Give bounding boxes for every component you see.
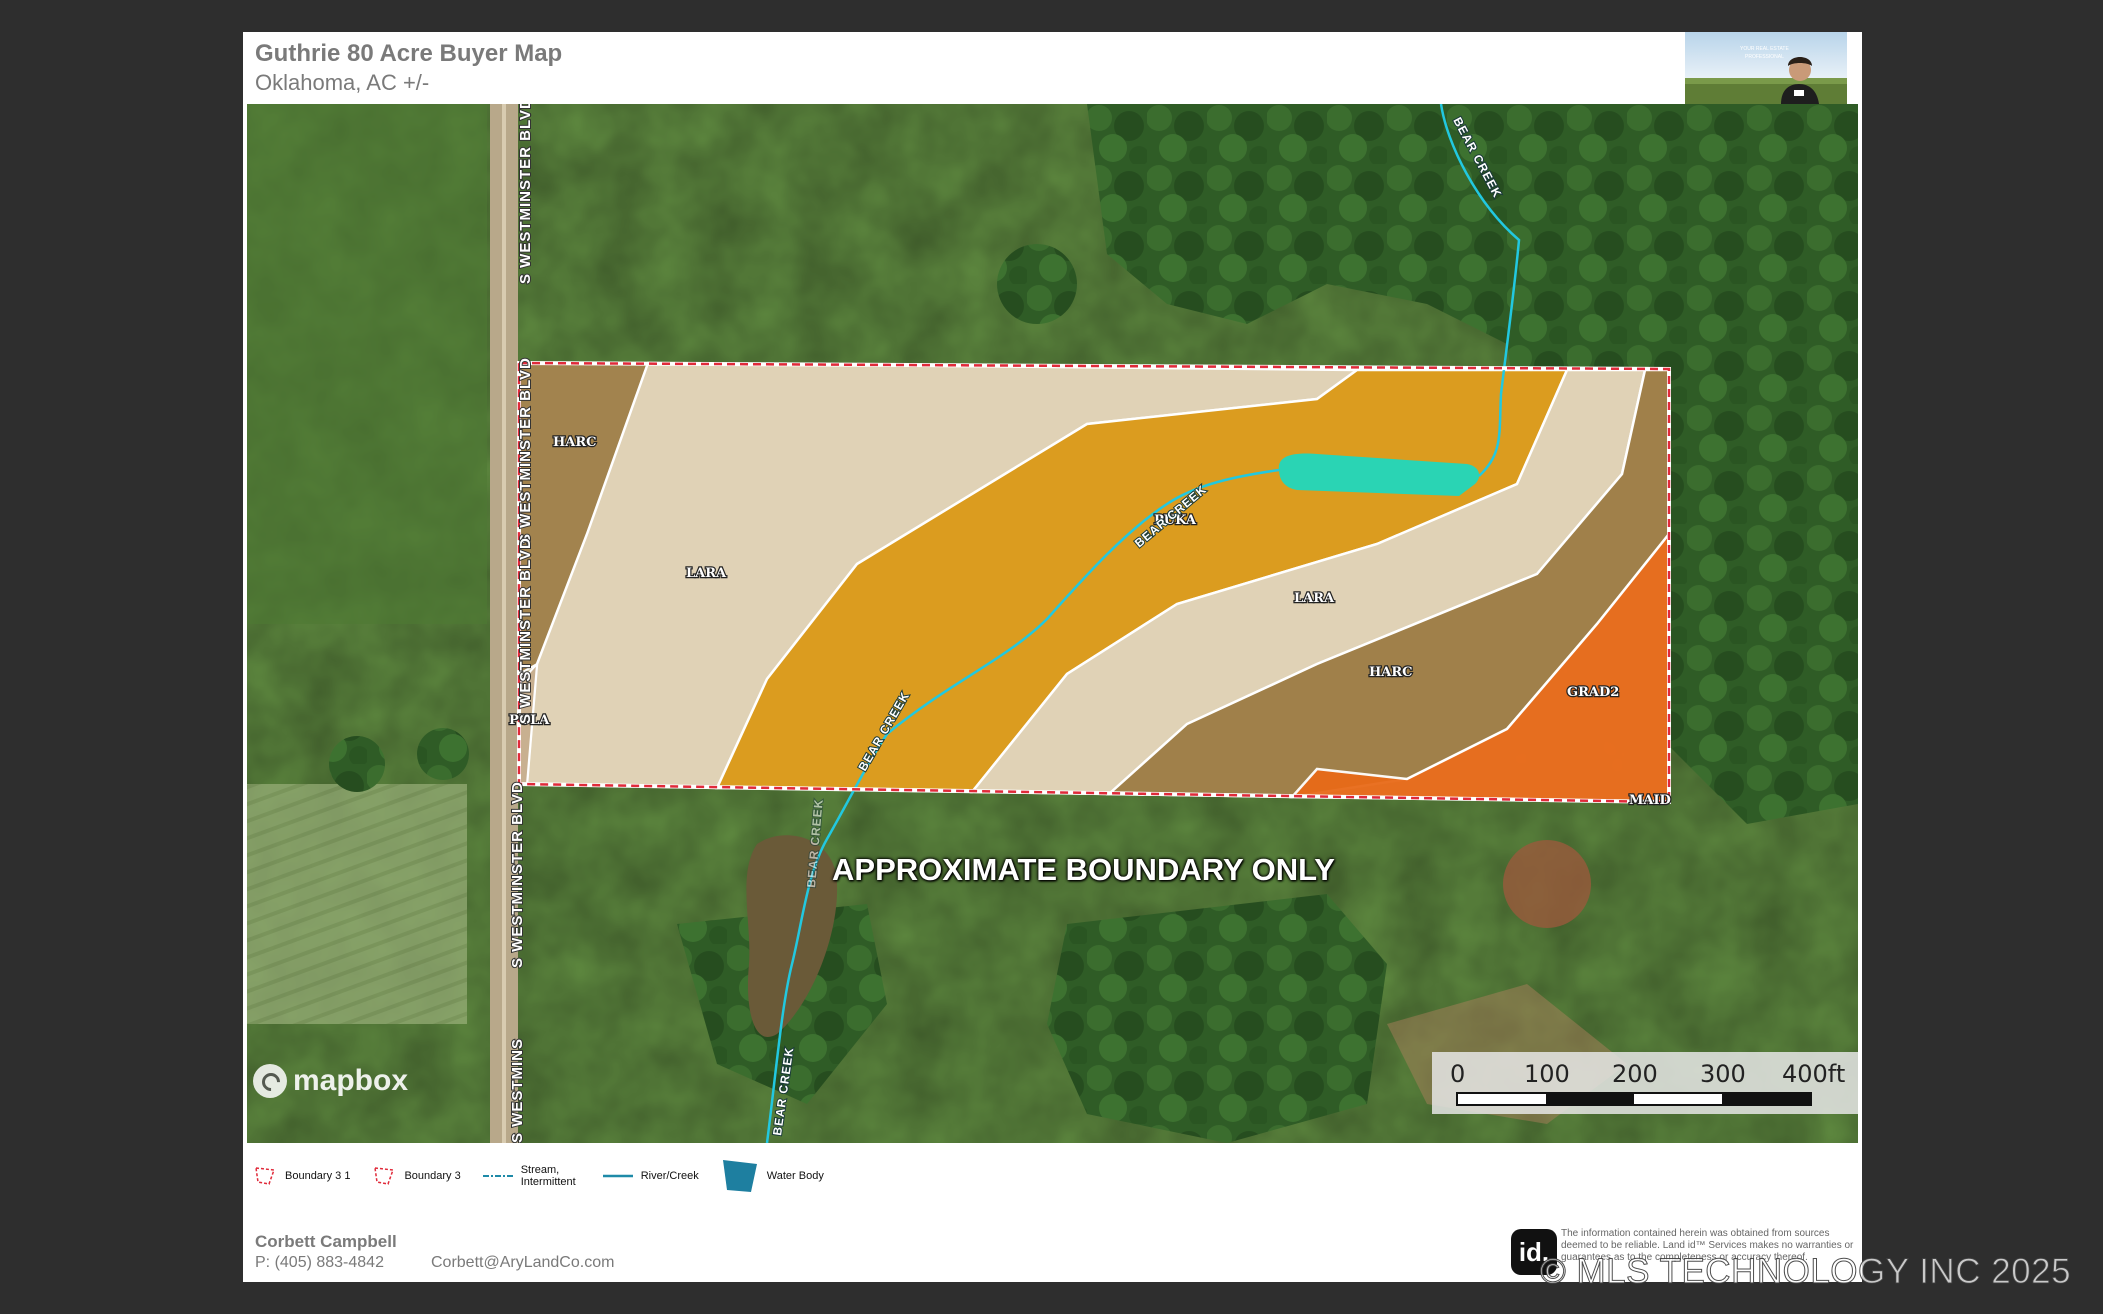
road-label-3: S WESTMINSTER BLVD [517, 537, 534, 724]
hay-field [247, 784, 467, 1024]
boundary-outline-icon [255, 1167, 276, 1185]
road-label-2: S WESTMINSTER BLVD [517, 357, 534, 544]
water-body-icon [722, 1160, 757, 1192]
legend-label: Boundary 3 [404, 1170, 461, 1182]
soil-label-lara-center: LARA [686, 566, 727, 581]
legend-item-boundary-3: Boundary 3 [372, 1165, 461, 1187]
tree-cluster [997, 244, 1077, 324]
scale-bar: 0 100 200 300 400ft [1432, 1052, 1858, 1114]
approximate-boundary-notice: APPROXIMATE BOUNDARY ONLY [832, 852, 1335, 887]
scale-track [1456, 1092, 1812, 1106]
agent-photo-text-1: YOUR REAL ESTATE [1740, 46, 1789, 52]
agent-phone[interactable]: P: (405) 883-4842 [255, 1254, 384, 1272]
scale-label-400ft: 400ft [1782, 1060, 1846, 1088]
scale-label-200: 200 [1612, 1060, 1658, 1088]
scale-label-100: 100 [1524, 1060, 1570, 1088]
bare-soil-patch [1503, 840, 1591, 928]
map-title: Guthrie 80 Acre Buyer Map [255, 40, 563, 67]
agent-name: Corbett Campbell [255, 1232, 397, 1251]
legend-item-water-body: Water Body [721, 1158, 824, 1194]
legend-label: Stream, Intermittent [520, 1164, 576, 1188]
soil-label-harc-east: HARC [1369, 665, 1413, 680]
soil-label-harc-west: HARC [553, 435, 597, 450]
soil-map-units[interactable] [518, 361, 1671, 804]
river-creek-icon [602, 1174, 633, 1178]
boundary-outline-icon [374, 1167, 395, 1185]
map-subtitle: Oklahoma, AC +/- [255, 70, 430, 95]
stream-intermittent-icon [482, 1175, 513, 1177]
legend-item-boundary-3-1: Boundary 3 1 [253, 1165, 350, 1187]
agent-photo-image: YOUR REAL ESTATE PROFESSIONAL [1685, 32, 1847, 104]
map-legend: Boundary 3 1 Boundary 3 Stream, Intermit… [253, 1156, 846, 1196]
legend-item-stream: Stream, Intermittent [482, 1164, 581, 1188]
scale-label-0: 0 [1450, 1060, 1466, 1088]
agent-photo: YOUR REAL ESTATE PROFESSIONAL [1685, 32, 1847, 104]
agent-photo-text-2: PROFESSIONAL [1745, 54, 1784, 60]
map-sheet: Guthrie 80 Acre Buyer Map Oklahoma, AC +… [243, 32, 1862, 1282]
aerial-map[interactable]: HARC LARA PUKA LARA HARC GRAD2 PULA MAID… [247, 104, 1858, 1143]
tree-cluster-west-2 [417, 728, 469, 780]
mapbox-wordmark: mapbox [293, 1064, 409, 1097]
mapbox-logo-icon [253, 1064, 287, 1098]
soil-label-maid: MAID [1629, 793, 1671, 808]
mls-watermark: © MLS TECHNOLOGY INC 2025 [1539, 1252, 2072, 1292]
left-field [247, 104, 487, 624]
legend-label: Water Body [766, 1170, 824, 1182]
agent-email[interactable]: Corbett@AryLandCo.com [431, 1254, 614, 1272]
scale-label-300: 300 [1700, 1060, 1746, 1088]
mapbox-attribution[interactable]: mapbox [253, 1064, 408, 1098]
road-label-5: S WESTMINS [509, 1038, 526, 1143]
soil-label-grad2: GRAD2 [1567, 685, 1619, 700]
road-label-4: S WESTMINSTER BLVD [509, 781, 526, 968]
legend-item-river-creek: River/Creek [602, 1170, 699, 1182]
map-canvas[interactable]: HARC LARA PUKA LARA HARC GRAD2 PULA MAID… [247, 104, 1858, 1143]
legend-label: River/Creek [640, 1170, 699, 1182]
tree-cover-south [1047, 894, 1387, 1143]
legend-label: Boundary 3 1 [285, 1170, 351, 1182]
soil-label-lara-east: LARA [1294, 591, 1335, 606]
road-label-1: S WESTMINSTER BLVD [517, 104, 534, 284]
tree-cluster-west [329, 736, 385, 792]
